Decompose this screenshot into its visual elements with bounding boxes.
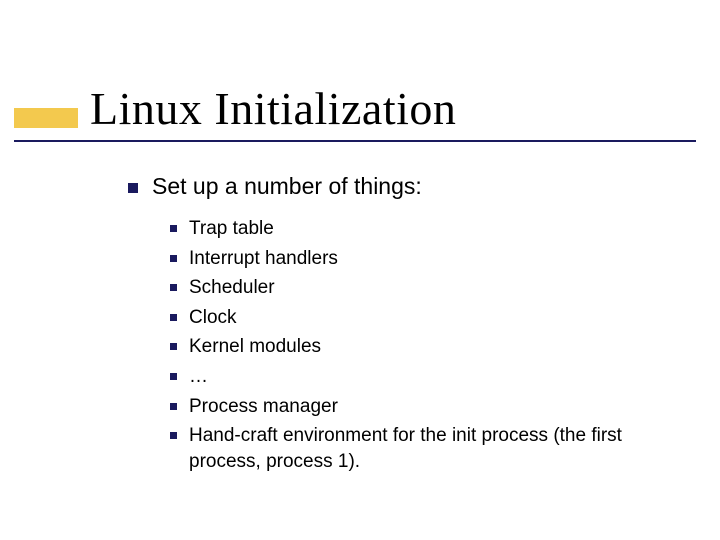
list-item: Interrupt handlers [170, 246, 680, 272]
main-heading: Set up a number of things: [152, 172, 422, 202]
content-area: Set up a number of things: Trap table In… [128, 172, 680, 479]
bullet-icon [170, 225, 177, 232]
list-item: Clock [170, 305, 680, 331]
sub-item-label: Process manager [189, 394, 338, 420]
list-item: … [170, 364, 680, 390]
accent-bar [14, 108, 78, 128]
sub-item-label: Kernel modules [189, 334, 321, 360]
bullet-icon [170, 373, 177, 380]
title-underline [14, 140, 696, 142]
bullet-icon [170, 403, 177, 410]
bullet-icon [170, 432, 177, 439]
list-item: Hand-craft environment for the init proc… [170, 423, 680, 474]
list-item: Set up a number of things: [128, 172, 680, 202]
sub-item-label: Scheduler [189, 275, 275, 301]
sublist: Trap table Interrupt handlers Scheduler … [170, 216, 680, 475]
title-container: Linux Initialization [90, 82, 680, 135]
page-title: Linux Initialization [90, 82, 680, 135]
sub-item-label: Hand-craft environment for the init proc… [189, 423, 680, 474]
list-item: Process manager [170, 394, 680, 420]
list-item: Trap table [170, 216, 680, 242]
sub-item-label: Clock [189, 305, 237, 331]
list-item: Kernel modules [170, 334, 680, 360]
list-item: Scheduler [170, 275, 680, 301]
bullet-icon [170, 255, 177, 262]
sub-item-label: Interrupt handlers [189, 246, 338, 272]
bullet-icon [170, 343, 177, 350]
bullet-icon [128, 183, 138, 193]
sub-item-label: Trap table [189, 216, 274, 242]
sub-item-label: … [189, 364, 208, 390]
bullet-icon [170, 284, 177, 291]
bullet-icon [170, 314, 177, 321]
